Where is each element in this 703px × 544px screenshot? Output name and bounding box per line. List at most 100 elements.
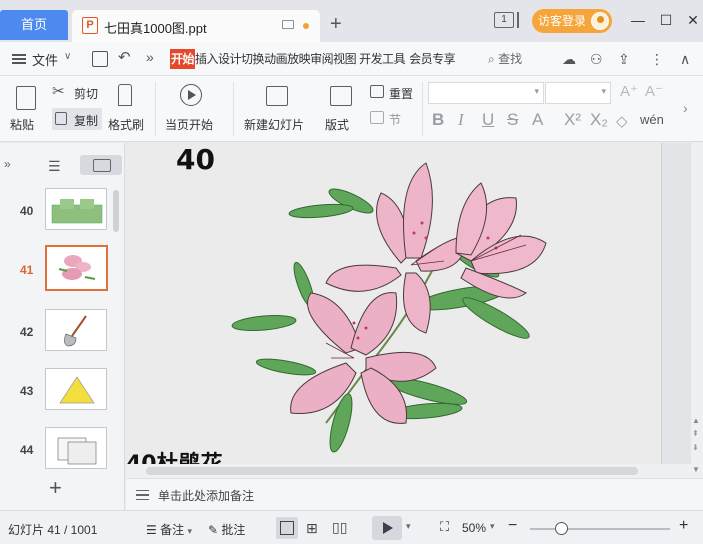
strikethrough-icon[interactable]: S [507,110,518,130]
italic-icon[interactable]: I [458,110,464,130]
thumbnail-row[interactable]: 43 [0,368,125,424]
slide[interactable]: 40 [126,143,662,464]
share-icon[interactable]: ⇪ [618,52,634,66]
tab-member[interactable]: 会员专享 [409,49,456,69]
page-up-icon[interactable]: ⇞ [692,429,699,438]
font-color-icon[interactable]: A [532,110,543,130]
scroll-down-icon[interactable]: ▼ [692,465,700,474]
notes-toggle-button[interactable]: ☰ 备注 ▾ [146,521,192,538]
maximize-button[interactable]: ☐ [656,10,676,30]
monitor-icon[interactable] [282,20,294,29]
cloud-sync-icon[interactable]: ☁ [562,52,578,66]
slide-thumbnail-selected[interactable] [45,245,108,291]
slides-view-button[interactable] [80,155,122,175]
slide-thumbnail[interactable] [45,427,107,469]
format-painter-button[interactable]: 格式刷 [106,80,146,138]
notes-placeholder[interactable]: 单击此处添加备注 [158,487,254,504]
layout-button[interactable]: 版式 [322,80,362,138]
new-tab-button[interactable]: + [330,12,342,36]
grid-icon: ⊞ [306,520,318,536]
tab-animation[interactable]: 动画 [264,49,288,69]
tab-transition[interactable]: 切换 [241,49,265,69]
file-menu[interactable]: 文件 [32,50,58,69]
scissors-icon: ✂ [52,83,65,100]
slide-caption[interactable]: 40杜鹃花 [126,446,223,464]
minimize-button[interactable]: — [628,10,648,30]
slide-counter: 幻灯片 41 / 1001 [8,523,98,537]
font-name-select[interactable]: ▾ [428,82,544,104]
thumbnail-row[interactable]: 42 [0,309,125,365]
slideshow-play-button[interactable] [372,516,402,540]
thumbnail-row[interactable]: 41 [0,245,125,303]
zoom-out-button[interactable]: − [508,517,517,535]
slide-sorter-button[interactable]: ⊞ [302,517,324,539]
chevron-down-icon[interactable]: ▾ [406,521,411,532]
copy-button[interactable]: 复制 [52,108,102,130]
collapse-ribbon-icon[interactable]: ∧ [680,52,696,66]
section-button[interactable]: 节 [368,108,418,128]
chevron-down-icon[interactable]: ▾ [490,521,495,532]
home-tab[interactable]: 首页 [0,10,68,40]
more-icon[interactable]: » [146,49,154,65]
undo-icon[interactable]: ↶ [118,48,131,66]
comments-button[interactable]: ✎ 批注 [208,521,245,538]
outline-view-icon[interactable]: ☰ [48,158,61,175]
cut-button[interactable]: ✂ 剪切 [52,82,102,102]
share-user-icon[interactable]: ⚇ [590,52,606,66]
tab-design[interactable]: 设计 [218,49,242,69]
thumbnail-row[interactable]: 44 [0,427,125,483]
tab-view[interactable]: 视图 [333,49,357,69]
zoom-slider-handle[interactable] [555,522,568,535]
paste-button[interactable]: 粘贴 [8,80,44,138]
subscript-icon[interactable]: X₂ [590,110,608,130]
tab-slideshow[interactable]: 放映 [287,49,311,69]
horizontal-scrollbar[interactable] [126,464,691,478]
decrease-font-icon[interactable]: A⁻ [645,82,663,100]
document-tab[interactable]: P 七田真1000图.ppt [72,10,320,42]
new-slide-button[interactable]: 新建幻灯片 [240,80,314,138]
thumbnail-row[interactable]: 40 [0,188,125,244]
save-icon[interactable] [92,51,108,67]
tab-home[interactable]: 开始 [170,49,196,69]
slide-thumbnail[interactable] [45,309,107,351]
zoom-in-button[interactable]: + [679,517,688,535]
azalea-flower-illustration[interactable] [126,143,662,464]
superscript-icon[interactable]: X² [564,110,581,130]
ribbon-separator [233,82,234,136]
close-button[interactable]: ✕ [683,10,703,30]
expand-panel-icon[interactable]: » [4,157,11,171]
zoom-slider[interactable] [530,528,670,530]
font-size-select[interactable]: ▾ [545,82,611,104]
tab-review[interactable]: 审阅 [310,49,334,69]
slide-thumbnail[interactable] [45,188,107,230]
horizontal-scroll-thumb[interactable] [146,467,638,475]
increase-font-icon[interactable]: A⁺ [620,82,638,100]
tab-insert[interactable]: 插入 [195,49,219,69]
add-slide-button[interactable]: + [49,477,62,499]
more-options-icon[interactable]: ⋮ [650,52,666,66]
scroll-up-icon[interactable]: ▲ [692,416,700,425]
from-current-slide-button[interactable]: 当页开始 [160,80,222,138]
guest-login-button[interactable]: 访客登录 [532,9,612,33]
zoom-level[interactable]: 50% [462,521,486,535]
hamburger-icon[interactable] [12,54,26,64]
notes-pane[interactable]: 单击此处添加备注 [126,478,703,510]
normal-view-button[interactable] [276,517,298,539]
vertical-scrollbar[interactable]: ▲ ⇞ ⇟ ▼ [691,143,703,478]
ribbon-scroll-right-icon[interactable]: › [683,100,688,116]
reading-view-button[interactable]: ▯▯ [328,517,350,539]
slide-thumbnail[interactable] [45,368,107,410]
window-count-badge[interactable]: 1 [494,12,514,28]
page-down-icon[interactable]: ⇟ [692,443,699,452]
clear-format-icon[interactable]: ◇ [616,112,628,130]
chevron-down-icon[interactable]: ∨ [64,51,71,62]
thumbnail-picture [64,315,87,347]
phonetic-guide-icon[interactable]: wén [640,112,664,127]
fit-window-icon[interactable]: ⛶ [440,519,449,535]
underline-icon[interactable]: U [482,110,494,130]
reset-button[interactable]: 重置 [368,82,418,102]
search-box[interactable]: ⌕ 查找 [488,50,522,67]
unsaved-indicator [303,23,309,29]
tab-developer[interactable]: 开发工具 [359,49,406,69]
bold-icon[interactable]: B [432,110,444,130]
